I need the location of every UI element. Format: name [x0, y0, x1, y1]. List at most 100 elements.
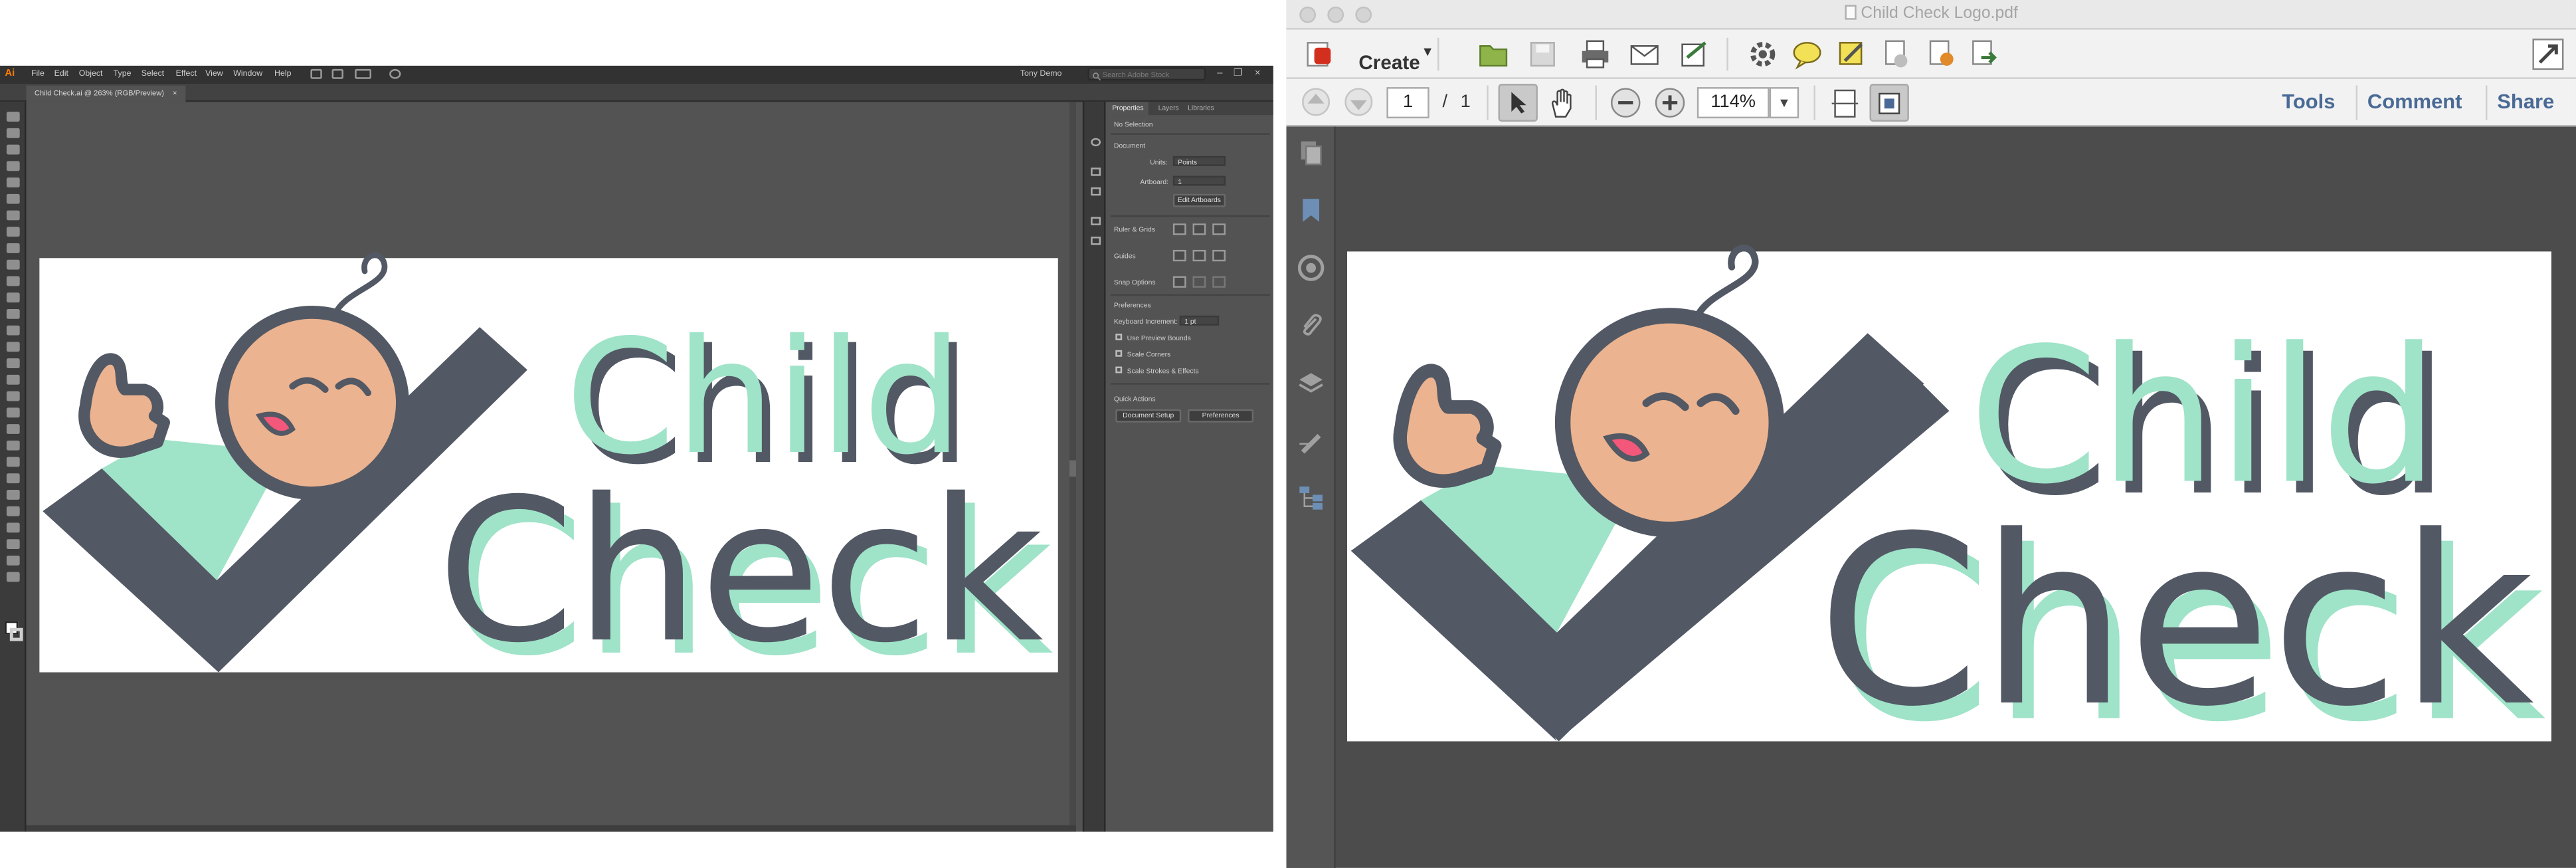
swatches-panel-icon[interactable]: [1091, 167, 1101, 176]
curvature-tool-icon[interactable]: [6, 193, 20, 204]
rectangle-tool-icon[interactable]: [6, 243, 20, 253]
menu-object[interactable]: Object: [79, 69, 103, 80]
smart-guides-icon[interactable]: [1212, 249, 1226, 262]
document-tab[interactable]: Child Check.ai @ 263% (RGB/Preview) ×: [26, 85, 185, 102]
page-number-input[interactable]: 1: [1386, 87, 1429, 119]
column-graph-tool-icon[interactable]: [6, 506, 20, 516]
guides-show-icon[interactable]: [1172, 249, 1186, 262]
keyboard-increment-field[interactable]: 1 pt: [1179, 315, 1220, 326]
color-panel-icon[interactable]: [1091, 138, 1101, 147]
scale-tool-icon[interactable]: [6, 342, 20, 352]
eyedropper-tool-icon[interactable]: [6, 457, 20, 467]
align-panel-icon[interactable]: [1091, 217, 1101, 225]
menu-file[interactable]: File: [31, 69, 45, 80]
menu-type[interactable]: Type: [114, 69, 132, 80]
tools-link[interactable]: Tools: [2282, 90, 2335, 115]
hand-tool-icon[interactable]: [6, 555, 20, 566]
artboard-tool-icon[interactable]: [6, 522, 20, 533]
gradient-tool-icon[interactable]: [6, 440, 20, 451]
menu-effect[interactable]: Effect: [176, 69, 197, 80]
snap-to-pixel-icon[interactable]: [1192, 276, 1206, 288]
line-segment-tool-icon[interactable]: [6, 227, 20, 237]
gpu-performance-icon[interactable]: [389, 68, 401, 79]
edit-artboards-button[interactable]: Edit Artboards: [1172, 193, 1226, 207]
brushes-panel-icon[interactable]: [1091, 187, 1101, 196]
perspective-grid-tool-icon[interactable]: [6, 407, 20, 418]
select-tool-button[interactable]: [1498, 84, 1538, 122]
pen-tool-icon[interactable]: [6, 177, 20, 187]
zoom-out-icon[interactable]: [1610, 87, 1641, 118]
minimize-icon[interactable]: –: [1214, 67, 1226, 80]
gear-icon[interactable]: [1746, 38, 1779, 70]
menu-window[interactable]: Window: [233, 69, 262, 80]
open-folder-icon[interactable]: [1477, 38, 1509, 70]
shape-builder-tool-icon[interactable]: [6, 391, 20, 401]
paintbrush-tool-icon[interactable]: [6, 259, 20, 270]
use-preview-bounds-checkbox[interactable]: [1115, 334, 1123, 340]
user-name[interactable]: Tony Demo: [1020, 69, 1062, 80]
expand-window-icon[interactable]: [2531, 38, 2564, 70]
scale-strokes-checkbox[interactable]: [1115, 366, 1123, 374]
snap-to-point-icon[interactable]: [1172, 276, 1186, 288]
rotate-tool-icon[interactable]: [6, 325, 20, 336]
close-icon[interactable]: ×: [1252, 67, 1263, 80]
signature-pen-icon[interactable]: [1298, 427, 1325, 454]
comment-bubble-icon[interactable]: [1791, 38, 1823, 70]
magic-wand-tool-icon[interactable]: [6, 144, 20, 155]
zoom-in-icon[interactable]: [1655, 87, 1686, 118]
snap-to-glyph-icon[interactable]: [1212, 276, 1226, 288]
attachments-icon[interactable]: [1298, 312, 1325, 339]
stamp-icon[interactable]: [1879, 38, 1912, 70]
next-page-icon[interactable]: [1344, 87, 1374, 117]
lasso-tool-icon[interactable]: [6, 161, 20, 171]
zoom-dropdown-icon[interactable]: ▼: [1769, 87, 1799, 119]
document-tab-close-icon[interactable]: ×: [173, 89, 177, 97]
bookmarks-icon[interactable]: [1298, 197, 1325, 224]
fill-sign-icon[interactable]: [1677, 38, 1710, 70]
save-icon[interactable]: [1526, 38, 1559, 70]
arrange-documents-icon[interactable]: [355, 68, 371, 79]
bridge-icon[interactable]: [310, 68, 322, 79]
eraser-tool-icon[interactable]: [6, 308, 20, 319]
share-link[interactable]: Share: [2497, 90, 2554, 115]
export-icon[interactable]: [1966, 38, 1999, 70]
artboard-dropdown[interactable]: 1: [1172, 175, 1226, 186]
print-icon[interactable]: [1579, 38, 1611, 70]
units-dropdown[interactable]: Points: [1172, 156, 1226, 166]
pencil-tool-icon[interactable]: [6, 292, 20, 303]
layers-icon[interactable]: [1298, 370, 1325, 396]
menu-edit[interactable]: Edit: [54, 69, 68, 80]
preferences-button[interactable]: Preferences: [1188, 409, 1254, 423]
menu-view[interactable]: View: [205, 69, 223, 80]
content-structure-icon[interactable]: [1298, 485, 1325, 512]
menu-select[interactable]: Select: [141, 69, 164, 80]
restore-icon[interactable]: ❐: [1232, 67, 1243, 80]
tab-layers[interactable]: Layers: [1153, 102, 1184, 115]
selection-tool-icon[interactable]: [6, 112, 20, 122]
grid-icon[interactable]: [1192, 223, 1206, 235]
direct-selection-tool-icon[interactable]: [6, 128, 20, 138]
shaper-tool-icon[interactable]: [6, 276, 20, 286]
menu-help[interactable]: Help: [274, 69, 291, 80]
tab-libraries[interactable]: Libraries: [1183, 102, 1220, 115]
zoom-level-field[interactable]: 114%: [1697, 87, 1770, 119]
symbol-sprayer-tool-icon[interactable]: [6, 490, 20, 500]
fit-page-width-icon[interactable]: [1829, 87, 1861, 120]
highlight-icon[interactable]: [1835, 38, 1868, 70]
document-setup-button[interactable]: Document Setup: [1115, 409, 1182, 423]
create-button[interactable]: Create ▼: [1299, 36, 1434, 74]
attach-file-icon[interactable]: [1924, 38, 1956, 70]
previous-page-icon[interactable]: [1301, 87, 1331, 117]
tab-properties[interactable]: Properties: [1107, 102, 1149, 116]
hand-tool-icon[interactable]: [1546, 87, 1578, 120]
width-tool-icon[interactable]: [6, 358, 20, 368]
stock-icon[interactable]: [331, 68, 343, 79]
zoom-tool-icon[interactable]: [6, 572, 20, 582]
transparency-grid-icon[interactable]: [1212, 223, 1226, 235]
transform-panel-icon[interactable]: [1091, 237, 1101, 245]
type-tool-icon[interactable]: [6, 210, 20, 221]
stroke-color-swatch[interactable]: [9, 627, 23, 641]
ruler-icon[interactable]: [1172, 223, 1186, 235]
canvas-vertical-scroll-thumb[interactable]: [1069, 460, 1076, 477]
illustrator-canvas[interactable]: Child Child Check Check: [26, 102, 1076, 825]
